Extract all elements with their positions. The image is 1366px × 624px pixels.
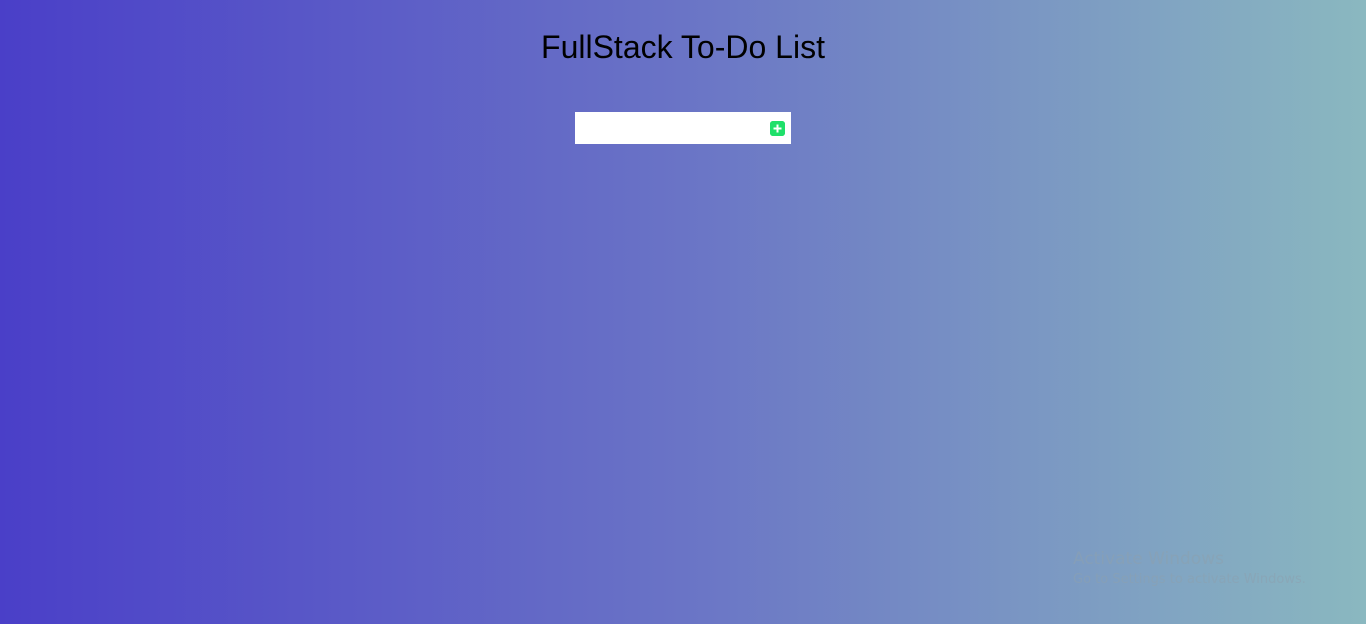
watermark-subtitle: Go to Settings to activate Windows. [1073, 572, 1306, 587]
add-todo-button[interactable] [770, 121, 785, 136]
todo-input[interactable] [575, 112, 765, 144]
todo-form [575, 112, 791, 144]
plus-square-icon [770, 121, 785, 136]
activate-windows-watermark: Activate Windows Go to Settings to activ… [1073, 548, 1306, 590]
watermark-title: Activate Windows [1073, 549, 1224, 569]
page-title: FullStack To-Do List [541, 29, 825, 65]
